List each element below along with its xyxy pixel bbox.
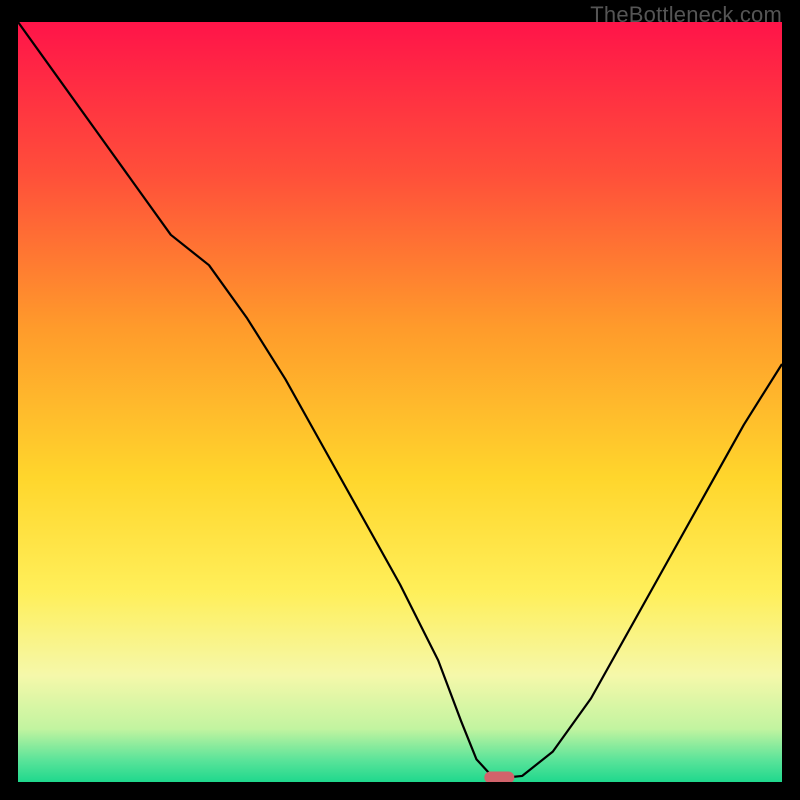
optimal-marker	[484, 771, 514, 782]
chart-svg	[18, 22, 782, 782]
gradient-background	[18, 22, 782, 782]
chart-container: TheBottleneck.com	[0, 0, 800, 800]
plot-area	[18, 22, 782, 782]
